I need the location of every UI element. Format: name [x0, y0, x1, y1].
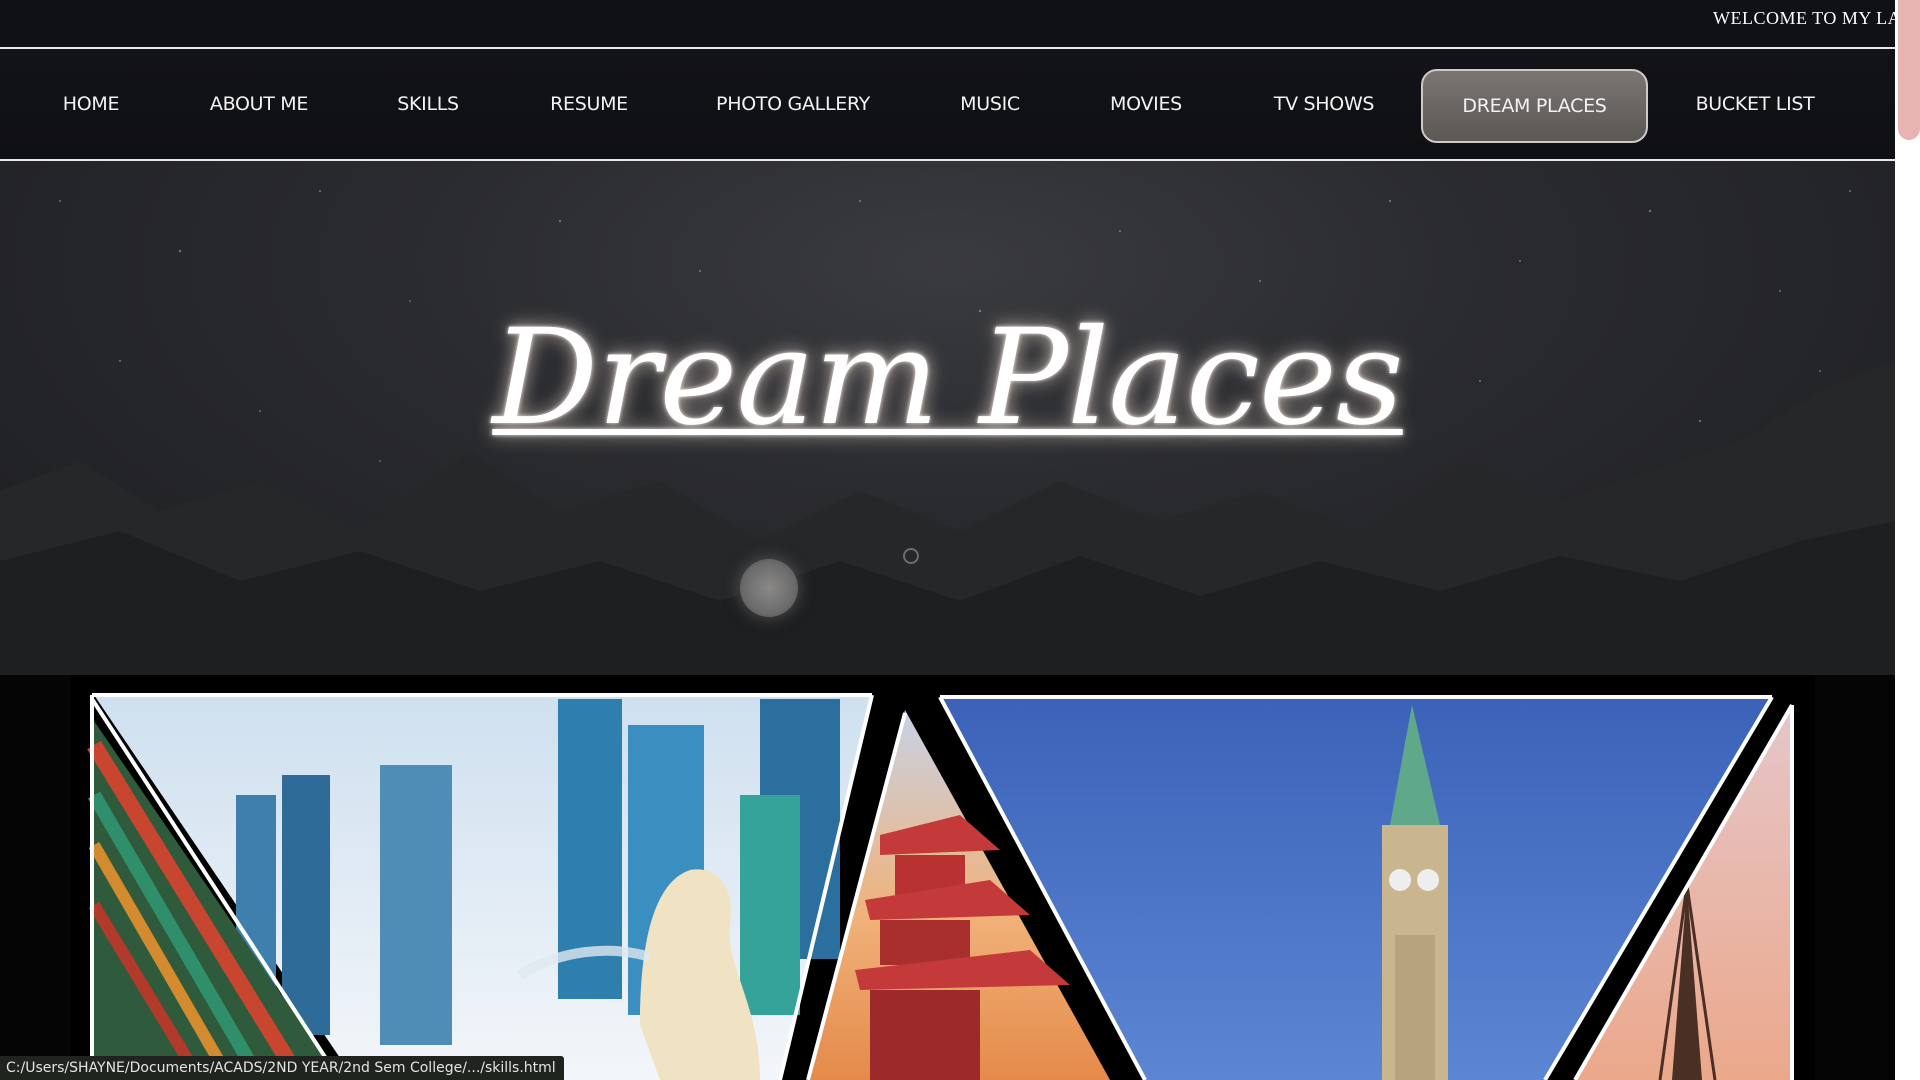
nav-dream-places[interactable]: DREAM PLACES	[1421, 69, 1648, 143]
nav-tv-shows[interactable]: TV SHOWS	[1256, 49, 1392, 159]
page: WELCOME TO MY LA HOME ABOUT ME SKILLS RE…	[0, 0, 1895, 1080]
nav-home[interactable]: HOME	[38, 49, 144, 159]
nav-movies[interactable]: MOVIES	[1096, 49, 1196, 159]
dream-places-gallery	[0, 675, 1895, 1080]
welcome-marquee: WELCOME TO MY LA	[0, 0, 1895, 47]
marquee-text: WELCOME TO MY LA	[1713, 8, 1895, 28]
nav-photo-gallery[interactable]: PHOTO GALLERY	[704, 49, 882, 159]
vertical-scrollbar[interactable]	[1895, 0, 1920, 1080]
nav-skills[interactable]: SKILLS	[382, 49, 474, 159]
nav-resume[interactable]: RESUME	[538, 49, 640, 159]
triangle-photo-collage	[70, 675, 1815, 1080]
scrollbar-thumb[interactable]	[1898, 0, 1920, 140]
nav-about-me[interactable]: ABOUT ME	[196, 49, 322, 159]
moon-icon	[740, 559, 798, 617]
hero-banner: Dream Places	[0, 161, 1895, 675]
circle-icon	[903, 548, 919, 564]
main-nav: HOME ABOUT ME SKILLS RESUME PHOTO GALLER…	[0, 47, 1895, 161]
page-title: Dream Places	[492, 301, 1403, 455]
nav-bucket-list[interactable]: BUCKET LIST	[1680, 49, 1830, 159]
link-status-bar: C:/Users/SHAYNE/Documents/ACADS/2ND YEAR…	[0, 1056, 564, 1080]
nav-music[interactable]: MUSIC	[942, 49, 1038, 159]
